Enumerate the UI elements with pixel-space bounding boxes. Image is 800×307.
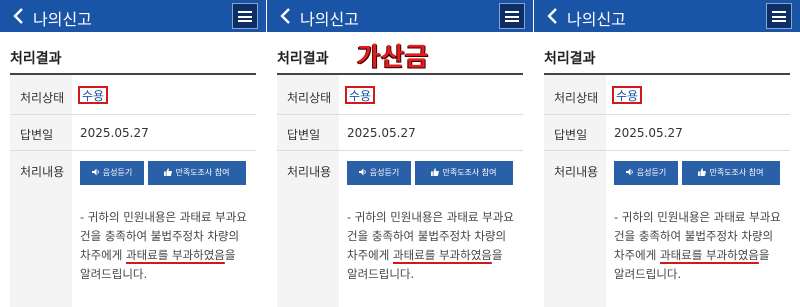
survey-label: 만족도조사 참여 <box>175 168 230 177</box>
row-divider <box>277 114 523 115</box>
status-label: 처리상태 <box>287 91 332 105</box>
section-title: 처리결과 <box>10 51 62 67</box>
status-label: 처리상태 <box>20 91 65 105</box>
hamburger-menu-icon[interactable] <box>232 3 258 29</box>
label-column <box>544 75 606 307</box>
voice-listen-label: 음성듣기 <box>102 168 133 177</box>
speaker-icon <box>358 168 367 176</box>
content-line: - 귀하의 민원내용은 과태료 부과요 <box>614 210 781 224</box>
date-label: 답변일 <box>20 128 54 142</box>
screenshot-composite: 나의신고 처리결과 처리상태 수용 답변일 2025.05.27 처리내용 음성… <box>0 0 800 307</box>
report-panel-3: 나의신고 처리결과 처리상태 수용 답변일 2025.05.27 처리내용 음성… <box>534 0 800 307</box>
content-line: 차주에게 과태료를 부과하였음을 <box>80 246 262 265</box>
voice-listen-button[interactable]: 음성듣기 <box>80 161 144 185</box>
result-content: - 귀하의 민원내용은 과태료 부과요 건을 충족하여 불법주정차 차량의 차주… <box>614 208 796 284</box>
speaker-icon <box>625 168 634 176</box>
section-title: 처리결과 <box>544 51 596 67</box>
date-label: 답변일 <box>554 128 588 142</box>
section-title: 처리결과 <box>277 51 329 67</box>
content-line: 건을 충족하여 불법주정차 차량의 <box>347 229 507 243</box>
content-line: - 귀하의 민원내용은 과태료 부과요 <box>80 210 247 224</box>
content-line: 알려드립니다. <box>80 267 148 281</box>
highlighted-text: 과태료를 부과하였음 <box>125 248 225 262</box>
label-column <box>10 75 72 307</box>
result-content: - 귀하의 민원내용은 과태료 부과요 건을 충족하여 불법주정차 차량의 차주… <box>80 208 262 284</box>
survey-button[interactable]: 만족도조사 참여 <box>148 161 246 185</box>
date-value: 2025.05.27 <box>347 126 416 140</box>
top-bar: 나의신고 <box>534 0 800 32</box>
content-line: 알려드립니다. <box>614 267 682 281</box>
content-text: 차주에게 <box>80 248 126 262</box>
highlighted-text: 과태료를 부과하였음 <box>392 248 492 262</box>
report-panel-1: 나의신고 처리결과 처리상태 수용 답변일 2025.05.27 처리내용 음성… <box>0 0 266 307</box>
thumbs-up-icon <box>698 168 707 176</box>
content-text: 을 <box>758 248 770 262</box>
speaker-icon <box>91 168 100 176</box>
page-title: 나의신고 <box>567 10 626 29</box>
highlighted-text: 과태료를 부과하였음 <box>659 248 759 262</box>
thumbs-up-icon <box>431 168 440 176</box>
status-badge: 수용 <box>345 86 376 104</box>
content-label: 처리내용 <box>287 165 332 179</box>
survey-button[interactable]: 만족도조사 참여 <box>682 161 780 185</box>
content-line: 차주에게 과태료를 부과하였음을 <box>614 246 796 265</box>
hamburger-menu-icon[interactable] <box>499 3 525 29</box>
voice-listen-label: 음성듣기 <box>369 168 400 177</box>
hamburger-menu-icon[interactable] <box>766 3 792 29</box>
page-title: 나의신고 <box>300 10 359 29</box>
row-divider <box>544 114 790 115</box>
content-label: 처리내용 <box>554 165 599 179</box>
chevron-left-icon[interactable] <box>544 7 562 25</box>
row-divider <box>277 150 523 151</box>
content-text: 을 <box>491 248 503 262</box>
date-value: 2025.05.27 <box>80 126 149 140</box>
result-content: - 귀하의 민원내용은 과태료 부과요 건을 충족하여 불법주정차 차량의 차주… <box>347 208 529 284</box>
status-badge: 수용 <box>612 86 643 104</box>
survey-label: 만족도조사 참여 <box>442 168 497 177</box>
top-bar: 나의신고 <box>267 0 533 32</box>
voice-listen-button[interactable]: 음성듣기 <box>347 161 411 185</box>
thumbs-up-icon <box>164 168 173 176</box>
content-line: 건을 충족하여 불법주정차 차량의 <box>614 229 774 243</box>
content-text: 차주에게 <box>347 248 393 262</box>
survey-label: 만족도조사 참여 <box>709 168 764 177</box>
top-bar: 나의신고 <box>0 0 266 32</box>
page-title: 나의신고 <box>33 10 92 29</box>
date-value: 2025.05.27 <box>614 126 683 140</box>
content-line: 차주에게 과태료를 부과하였음을 <box>347 246 529 265</box>
label-column <box>277 75 339 307</box>
content-text: 을 <box>224 248 236 262</box>
row-divider <box>544 150 790 151</box>
chevron-left-icon[interactable] <box>10 7 28 25</box>
chevron-left-icon[interactable] <box>277 7 295 25</box>
date-label: 답변일 <box>287 128 321 142</box>
content-line: 알려드립니다. <box>347 267 415 281</box>
status-badge: 수용 <box>78 86 109 104</box>
content-line: 건을 충족하여 불법주정차 차량의 <box>80 229 240 243</box>
report-panel-2: 나의신고 처리결과 가산금 처리상태 수용 답변일 2025.05.27 처리내… <box>267 0 533 307</box>
row-divider <box>10 114 256 115</box>
status-label: 처리상태 <box>554 91 599 105</box>
voice-listen-label: 음성듣기 <box>636 168 667 177</box>
content-line: - 귀하의 민원내용은 과태료 부과요 <box>347 210 514 224</box>
penalty-stamp-text: 가산금 <box>357 42 430 71</box>
content-label: 처리내용 <box>20 165 65 179</box>
content-text: 차주에게 <box>614 248 660 262</box>
survey-button[interactable]: 만족도조사 참여 <box>415 161 513 185</box>
row-divider <box>10 150 256 151</box>
voice-listen-button[interactable]: 음성듣기 <box>614 161 678 185</box>
